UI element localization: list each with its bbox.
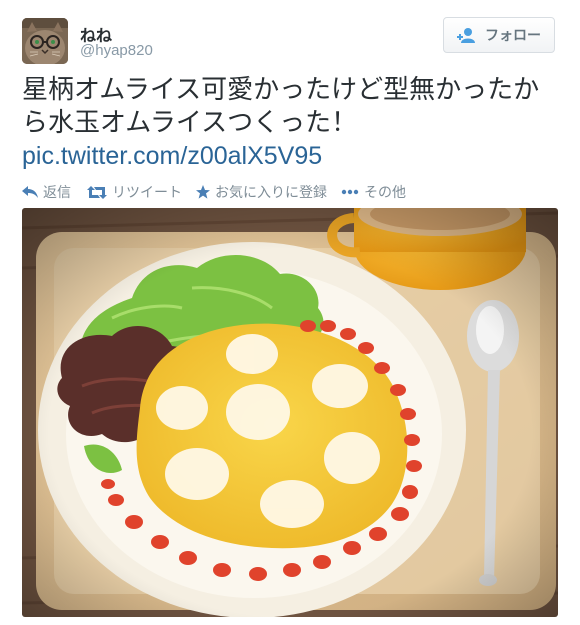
- tweet-actions: 返信 リツイート お気に入りに登録 その他: [22, 182, 420, 202]
- favorite-label: お気に入りに登録: [215, 184, 327, 200]
- avatar[interactable]: [22, 18, 68, 64]
- retweet-button[interactable]: リツイート: [87, 182, 182, 202]
- reply-icon: [22, 186, 38, 198]
- follow-button-label: フォロー: [485, 27, 541, 43]
- omurice-photo: [22, 208, 558, 617]
- follow-button[interactable]: フォロー: [443, 17, 555, 53]
- user-handle[interactable]: @hyap820: [80, 42, 153, 59]
- more-icon: [341, 189, 359, 195]
- add-user-icon: [457, 28, 475, 43]
- more-label: その他: [364, 184, 406, 200]
- reply-label: 返信: [43, 184, 71, 200]
- more-button[interactable]: その他: [341, 182, 406, 202]
- tweet-media-link[interactable]: pic.twitter.com/z00alX5V95: [22, 140, 322, 173]
- avatar-cat-image: [22, 18, 68, 64]
- retweet-icon: [87, 185, 107, 199]
- retweet-label: リツイート: [112, 184, 182, 200]
- tweet-photo[interactable]: [22, 208, 558, 617]
- favorite-button[interactable]: お気に入りに登録: [196, 182, 327, 202]
- tweet-text: 星柄オムライス可愛かったけど型無かったから水玉オムライスつくった！: [22, 75, 540, 138]
- reply-button[interactable]: 返信: [22, 182, 71, 202]
- star-icon: [196, 185, 210, 199]
